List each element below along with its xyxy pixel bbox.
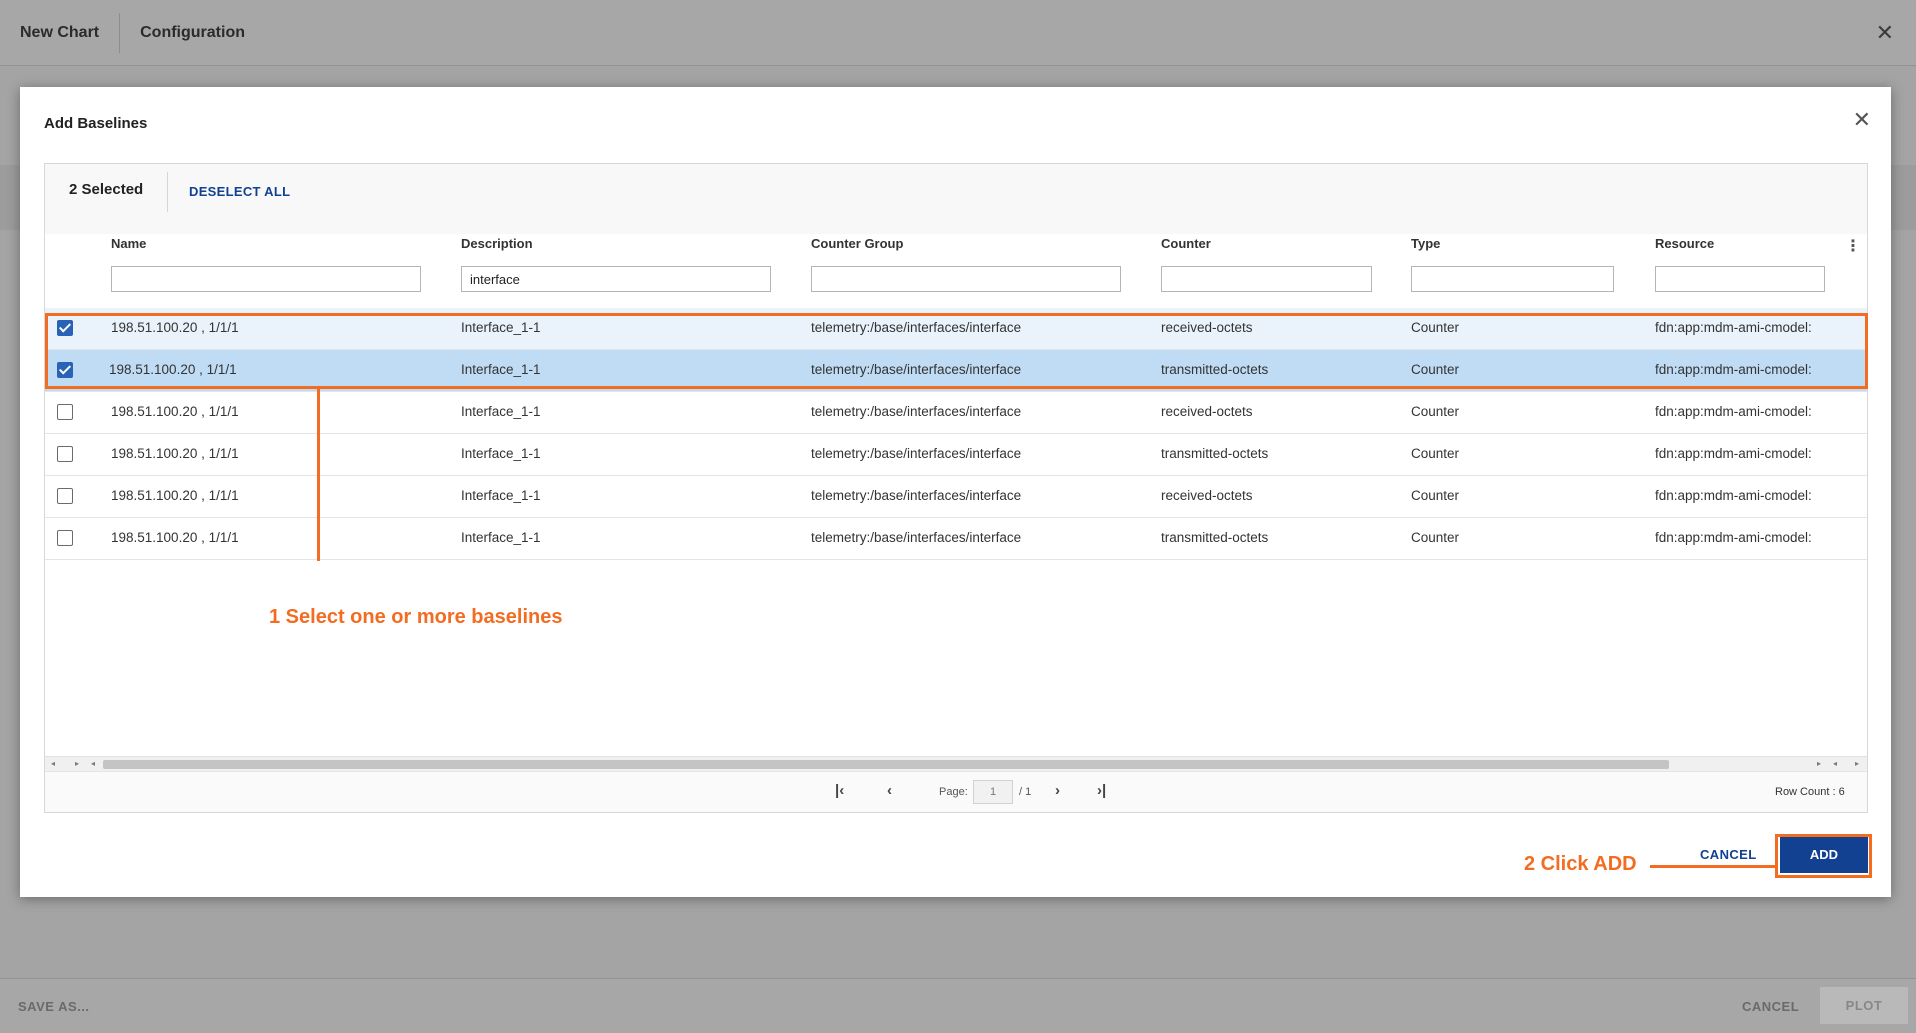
toolbar-divider: [167, 172, 168, 212]
pagination-bar: |‹ ‹ Page: 1 / 1 › ›| Row Count : 6: [45, 771, 1867, 812]
add-baselines-dialog: Add Baselines ✕ 2 Selected DESELECT ALL …: [20, 87, 1891, 897]
cell-counter-group: telemetry:/base/interfaces/interface: [811, 530, 1022, 545]
description-filter-input[interactable]: [461, 266, 771, 292]
add-button-highlight: [1775, 834, 1872, 878]
cell-counter: transmitted-octets: [1161, 530, 1269, 545]
scroll-arrow-icon[interactable]: ▸: [1855, 757, 1859, 771]
cell-counter-group: telemetry:/base/interfaces/interface: [811, 404, 1022, 419]
cell-counter-group: telemetry:/base/interfaces/interface: [811, 488, 1022, 503]
cell-name: 198.51.100.20 , 1/1/1: [111, 446, 239, 461]
save-as-button[interactable]: SAVE AS...: [18, 999, 89, 1014]
footer-cancel-button[interactable]: CANCEL: [1742, 999, 1799, 1014]
cell-name: 198.51.100.20 , 1/1/1: [111, 404, 239, 419]
close-icon[interactable]: ✕: [1853, 107, 1871, 133]
next-page-icon[interactable]: ›: [1055, 782, 1060, 799]
deselect-all-button[interactable]: DESELECT ALL: [189, 184, 290, 199]
scroll-arrow-icon[interactable]: ◂: [1833, 757, 1837, 771]
cell-counter: transmitted-octets: [1161, 446, 1269, 461]
callout-line: [1650, 865, 1775, 868]
column-header-description[interactable]: Description: [461, 236, 533, 251]
scroll-arrow-icon[interactable]: ▸: [1817, 757, 1821, 771]
column-header-resource[interactable]: Resource: [1655, 236, 1714, 251]
app-footer: SAVE AS... CANCEL PLOT: [0, 978, 1916, 1033]
first-page-icon[interactable]: |‹: [835, 782, 844, 799]
column-header-name[interactable]: Name: [111, 236, 146, 251]
counter-filter-input[interactable]: [1161, 266, 1372, 292]
cell-resource: fdn:app:mdm-ami-cmodel:: [1655, 530, 1812, 545]
cell-description: Interface_1-1: [461, 404, 541, 419]
kebab-menu-icon[interactable]: ⋮: [1845, 236, 1861, 256]
name-filter-input[interactable]: [111, 266, 421, 292]
last-page-icon[interactable]: ›|: [1097, 782, 1106, 799]
scroll-arrow-icon[interactable]: ◂: [51, 757, 55, 771]
page-label: Page:: [939, 786, 968, 798]
column-header-type[interactable]: Type: [1411, 236, 1440, 251]
cell-resource: fdn:app:mdm-ami-cmodel:: [1655, 404, 1812, 419]
plot-button[interactable]: PLOT: [1820, 987, 1908, 1024]
cell-type: Counter: [1411, 404, 1460, 419]
cell-counter: received-octets: [1161, 404, 1253, 419]
cell-description: Interface_1-1: [461, 488, 541, 503]
type-filter-input[interactable]: [1411, 266, 1614, 292]
scroll-arrow-icon[interactable]: ▸: [75, 757, 79, 771]
cell-description: Interface_1-1: [461, 446, 541, 461]
callout-line: [317, 389, 320, 561]
cell-counter-group: telemetry:/base/interfaces/interface: [811, 446, 1022, 461]
column-header-counter[interactable]: Counter: [1161, 236, 1211, 251]
previous-page-icon[interactable]: ‹: [887, 782, 892, 799]
cell-resource: fdn:app:mdm-ami-cmodel:: [1655, 488, 1812, 503]
page-total: / 1: [1019, 786, 1032, 798]
dialog-title: Add Baselines: [44, 115, 148, 132]
cell-name: 198.51.100.20 , 1/1/1: [111, 530, 239, 545]
row-count: Row Count : 6: [1775, 786, 1845, 798]
resource-filter-input[interactable]: [1655, 266, 1825, 292]
tab-configuration[interactable]: Configuration: [120, 13, 265, 53]
scrollbar-thumb[interactable]: [103, 760, 1669, 769]
counter-group-filter-input[interactable]: [811, 266, 1121, 292]
step1-annotation: 1 Select one or more baselines: [269, 606, 563, 628]
horizontal-scrollbar[interactable]: ◂ ▸ ◂ ▸ ◂ ▸: [45, 756, 1867, 771]
cell-type: Counter: [1411, 488, 1460, 503]
tab-new-chart[interactable]: New Chart: [0, 13, 119, 53]
close-icon[interactable]: ✕: [1876, 20, 1894, 46]
step2-annotation: 2 Click ADD: [1524, 853, 1637, 875]
page-number-input[interactable]: 1: [973, 780, 1013, 804]
cell-description: Interface_1-1: [461, 530, 541, 545]
cancel-button[interactable]: CANCEL: [1700, 847, 1757, 862]
cell-counter: received-octets: [1161, 488, 1253, 503]
selected-count: 2 Selected: [69, 181, 144, 198]
selected-rows-highlight: [45, 313, 1868, 389]
scroll-arrow-icon[interactable]: ◂: [91, 757, 95, 771]
column-header-counter-group[interactable]: Counter Group: [811, 236, 903, 251]
cell-resource: fdn:app:mdm-ami-cmodel:: [1655, 446, 1812, 461]
row-checkbox[interactable]: [57, 446, 73, 462]
cell-type: Counter: [1411, 530, 1460, 545]
row-checkbox[interactable]: [57, 488, 73, 504]
row-checkbox[interactable]: [57, 404, 73, 420]
cell-type: Counter: [1411, 446, 1460, 461]
cell-name: 198.51.100.20 , 1/1/1: [111, 488, 239, 503]
app-header: New Chart Configuration ✕: [0, 0, 1916, 66]
grid-toolbar: 2 Selected DESELECT ALL Name Description…: [45, 164, 1867, 292]
row-checkbox[interactable]: [57, 530, 73, 546]
